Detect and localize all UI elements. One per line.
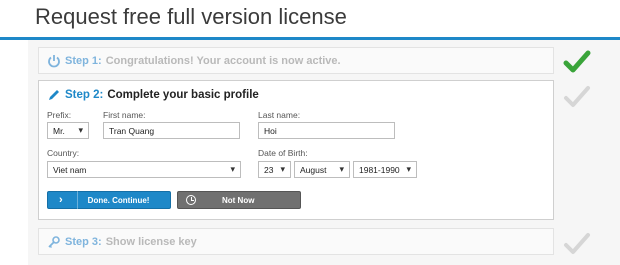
key-icon [47,235,61,249]
first-name-label: First name: [103,110,146,120]
check-pending-icon [564,233,590,254]
step-3-text: Show license key [105,236,197,248]
pencil-icon [47,88,61,102]
dob-month-value: August [300,165,327,175]
done-continue-button[interactable]: › Done. Continue! [47,191,171,209]
prefix-label: Prefix: [47,110,72,120]
prefix-value: Mr. [53,126,65,136]
power-icon [47,54,61,68]
step-1-panel: Step 1: Congratulations! Your account is… [38,47,554,74]
dob-label: Date of Birth: [258,148,308,158]
step-3-number: Step 3: [65,236,102,248]
check-pending-icon [564,86,590,107]
country-value: Viet nam [53,165,87,175]
done-continue-label: Done. Continue! [87,195,150,205]
not-now-label: Not Now [222,195,255,205]
step-2-number: Step 2: [65,89,104,101]
first-name-field[interactable]: Tran Quang [103,122,240,139]
step-1-text: Congratulations! Your account is now act… [105,55,341,67]
step-2-panel: Step 2: Complete your basic profile Pref… [38,80,554,220]
country-select[interactable]: Viet nam [47,161,241,178]
dob-range-value: 1981-1990 [359,165,400,175]
country-label: Country: [47,148,80,158]
step-1-number: Step 1: [65,55,102,67]
button-separator [76,191,78,209]
clock-icon [186,195,196,205]
check-done-icon [563,50,591,73]
step-2-text: Complete your basic profile [107,89,259,101]
not-now-button[interactable]: Not Now [177,191,301,209]
page-title: Request free full version license [35,4,347,29]
last-name-field[interactable]: Hoi [258,122,395,139]
last-name-label: Last name: [258,110,301,120]
dob-day-value: 23 [264,165,274,175]
first-name-value: Tran Quang [109,126,155,136]
prefix-select[interactable]: Mr. [47,122,89,139]
dob-day-select[interactable]: 23 [258,161,291,178]
dob-range-select[interactable]: 1981-1990 [353,161,417,178]
dob-month-select[interactable]: August [294,161,350,178]
last-name-value: Hoi [264,126,277,136]
step-3-panel: Step 3: Show license key [38,228,554,255]
chevron-right-icon: › [59,194,63,206]
